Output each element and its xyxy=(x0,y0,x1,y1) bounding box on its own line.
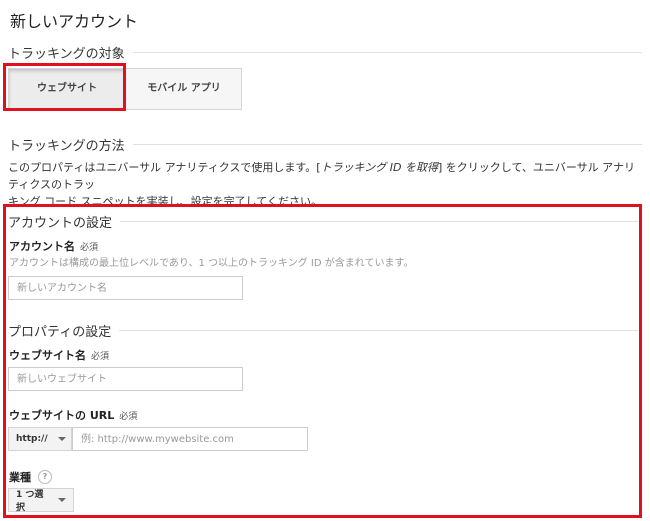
tracking-target-heading: トラッキングの対象 xyxy=(8,43,133,62)
tracking-method-description: このプロパティはユニバーサル アナリティクスで使用します。[トラッキング ID … xyxy=(8,159,644,210)
industry-label-text: 業種 xyxy=(9,471,31,484)
required-tag: 必須 xyxy=(80,243,99,253)
industry-select[interactable]: 1 つ選択 xyxy=(8,488,74,513)
protocol-select[interactable]: http:// xyxy=(8,427,72,451)
account-settings-heading: アカウントの設定 xyxy=(8,212,121,231)
website-name-label: ウェブサイト名 必須 xyxy=(9,347,109,363)
required-tag: 必須 xyxy=(91,352,110,362)
property-settings-heading: プロパティの設定 xyxy=(8,321,120,340)
account-name-hint: アカウントは構成の最上位レベルであり、1 つ以上のトラッキング ID が含まれて… xyxy=(9,258,414,269)
tracking-method-heading: トラッキングの方法 xyxy=(8,135,133,154)
website-url-input[interactable] xyxy=(72,427,308,451)
account-name-label: アカウント名 必須 xyxy=(9,238,98,254)
website-url-label: ウェブサイトの URL 必須 xyxy=(9,407,137,423)
account-name-label-text: アカウント名 xyxy=(9,240,75,253)
get-tracking-id-reference: トラッキング ID を取得 xyxy=(320,161,438,174)
website-name-input[interactable] xyxy=(8,367,243,391)
website-url-label-text: ウェブサイトの URL xyxy=(9,409,115,422)
industry-value: 1 つ選択 xyxy=(16,490,44,513)
account-name-input[interactable] xyxy=(8,276,243,300)
protocol-value: http:// xyxy=(16,434,48,444)
chevron-down-icon xyxy=(57,437,66,441)
chevron-down-icon xyxy=(58,498,66,502)
industry-label: 業種 ? xyxy=(9,469,52,485)
page-title: 新しいアカウント xyxy=(10,12,139,31)
help-icon[interactable]: ? xyxy=(38,470,52,484)
website-name-label-text: ウェブサイト名 xyxy=(9,349,86,362)
tab-mobile-app[interactable]: モバイル アプリ xyxy=(125,69,242,109)
required-tag: 必須 xyxy=(119,412,138,422)
website-tab-highlight xyxy=(3,63,126,111)
description-text: このプロパティはユニバーサル アナリティクスで使用します。[ xyxy=(8,161,321,174)
